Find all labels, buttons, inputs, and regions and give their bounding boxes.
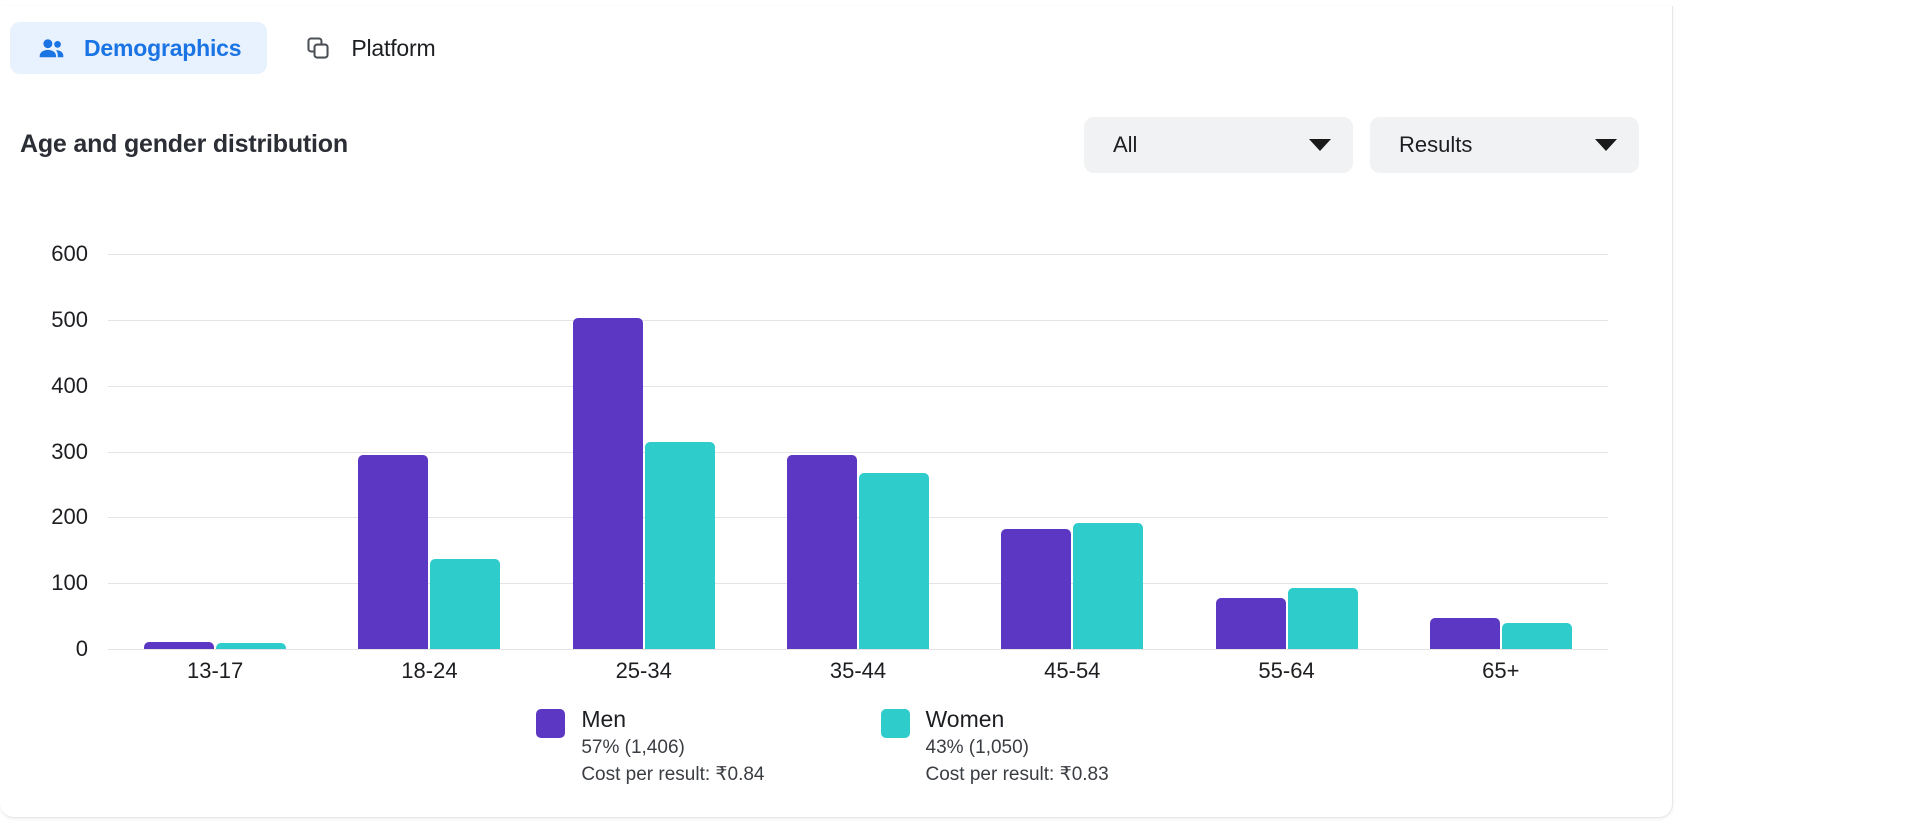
bar-group[interactable]	[537, 254, 751, 649]
bar-group[interactable]	[965, 254, 1179, 649]
y-axis-tick-label: 400	[0, 373, 88, 399]
bar-group[interactable]	[322, 254, 536, 649]
legend-women-name: Women	[926, 706, 1109, 733]
bar-group[interactable]	[1179, 254, 1393, 649]
legend-men-name: Men	[581, 706, 764, 733]
y-axis-tick-label: 0	[0, 636, 88, 662]
legend-men-stat: 57% (1,406)	[581, 736, 764, 760]
bar-women[interactable]	[1073, 523, 1143, 649]
y-axis-tick-label: 200	[0, 504, 88, 530]
bar-men[interactable]	[1216, 598, 1286, 649]
demographics-card: Demographics Platform Age and gender dis…	[0, 6, 1673, 818]
y-axis-tick-label: 600	[0, 241, 88, 267]
bar-men[interactable]	[1001, 529, 1071, 649]
bar-men[interactable]	[144, 642, 214, 649]
bar-group[interactable]	[751, 254, 965, 649]
bar-group[interactable]	[108, 254, 322, 649]
bar-men[interactable]	[573, 318, 643, 649]
people-icon	[36, 33, 66, 63]
x-axis-tick-label: 55-64	[1258, 658, 1314, 684]
audience-filter-value: All	[1113, 132, 1137, 158]
tab-platform-label: Platform	[351, 35, 435, 62]
x-axis-tick-label: 45-54	[1044, 658, 1100, 684]
gridline	[108, 649, 1608, 650]
legend-swatch-men	[536, 709, 565, 738]
x-axis-tick-label: 25-34	[616, 658, 672, 684]
bar-men[interactable]	[358, 455, 428, 649]
layers-icon	[303, 33, 333, 63]
tab-platform[interactable]: Platform	[277, 22, 461, 74]
bar-women[interactable]	[859, 473, 929, 649]
audience-filter-dropdown[interactable]: All	[1084, 117, 1353, 173]
chevron-down-icon	[1595, 139, 1617, 151]
tab-demographics[interactable]: Demographics	[10, 22, 267, 74]
chart-legend: Men 57% (1,406) Cost per result: ₹0.84 W…	[0, 706, 1645, 787]
x-axis-tick-label: 18-24	[401, 658, 457, 684]
legend-men-cost: Cost per result: ₹0.84	[581, 763, 764, 787]
bar-men[interactable]	[1430, 618, 1500, 649]
metric-filter-dropdown[interactable]: Results	[1370, 117, 1639, 173]
tab-demographics-label: Demographics	[84, 35, 241, 62]
bar-men[interactable]	[787, 455, 857, 649]
bar-group[interactable]	[1394, 254, 1608, 649]
legend-women-cost: Cost per result: ₹0.83	[926, 763, 1109, 787]
x-axis-tick-label: 35-44	[830, 658, 886, 684]
legend-swatch-women	[881, 709, 910, 738]
chevron-down-icon	[1309, 139, 1331, 151]
bar-women[interactable]	[1502, 623, 1572, 649]
bar-women[interactable]	[1288, 588, 1358, 649]
tab-bar: Demographics Platform	[10, 20, 461, 76]
y-axis-tick-label: 100	[0, 570, 88, 596]
legend-women-stat: 43% (1,050)	[926, 736, 1109, 760]
bar-women[interactable]	[216, 643, 286, 649]
y-axis-tick-label: 500	[0, 307, 88, 333]
bar-women[interactable]	[645, 442, 715, 649]
x-axis-tick-label: 13-17	[187, 658, 243, 684]
bar-chart: 600500400300200100013-1718-2425-3435-444…	[108, 254, 1608, 649]
legend-item-men: Men 57% (1,406) Cost per result: ₹0.84	[536, 706, 764, 787]
legend-item-women: Women 43% (1,050) Cost per result: ₹0.83	[881, 706, 1109, 787]
page-title: Age and gender distribution	[20, 130, 348, 159]
y-axis-tick-label: 300	[0, 439, 88, 465]
x-axis-tick-label: 65+	[1482, 658, 1519, 684]
bar-women[interactable]	[430, 559, 500, 649]
metric-filter-value: Results	[1399, 132, 1472, 158]
